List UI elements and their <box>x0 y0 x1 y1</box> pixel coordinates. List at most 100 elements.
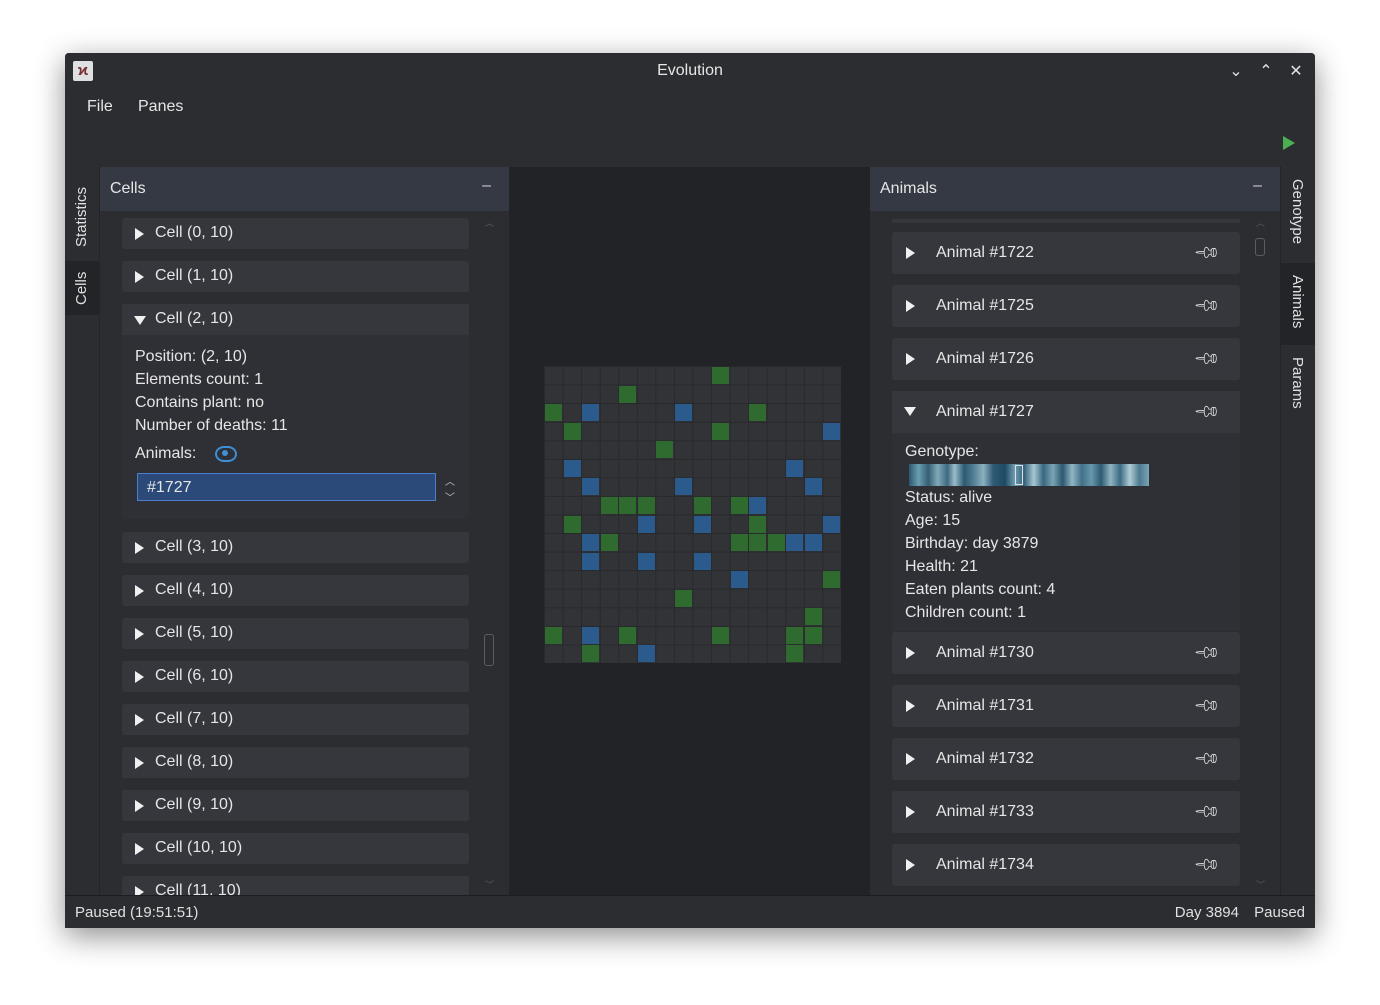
cell-item[interactable]: Cell (10, 10) <box>122 833 469 864</box>
pin-icon[interactable]: 📌︎ <box>1192 850 1222 879</box>
cell-item[interactable]: Cell (7, 10) <box>122 704 469 735</box>
plant-cell[interactable] <box>674 589 692 607</box>
animal-cell[interactable] <box>786 534 804 552</box>
animal-cell[interactable] <box>749 496 767 514</box>
plant-cell[interactable] <box>600 534 618 552</box>
plant-cell[interactable] <box>545 404 562 422</box>
animals-list[interactable]: Animal #1722 📌︎ Animal #1725 📌︎ Animal #… <box>870 212 1280 895</box>
animal-cell[interactable] <box>823 422 841 440</box>
plant-cell[interactable] <box>563 515 581 533</box>
animal-cell[interactable] <box>674 478 692 496</box>
animal-cell[interactable] <box>804 534 822 552</box>
animal-item[interactable]: Animal #1733 📌︎ <box>892 791 1240 833</box>
pin-icon[interactable]: 📌︎ <box>1192 238 1222 267</box>
tab-params[interactable]: Params <box>1281 345 1315 417</box>
cell-item[interactable]: Cell (0, 10) <box>122 218 469 249</box>
plant-cell[interactable] <box>600 496 618 514</box>
animal-cell[interactable] <box>582 534 600 552</box>
animal-cell[interactable] <box>693 552 711 570</box>
pin-icon[interactable]: 📌︎ <box>1192 744 1222 773</box>
plant-cell[interactable] <box>786 626 804 644</box>
plant-cell[interactable] <box>749 404 767 422</box>
animal-item[interactable]: Animal #1722 📌︎ <box>892 232 1240 274</box>
menu-file[interactable]: File <box>87 98 113 116</box>
animal-cell[interactable] <box>823 515 841 533</box>
pin-icon[interactable]: 📌︎ <box>1192 638 1222 667</box>
plant-cell[interactable] <box>786 645 804 663</box>
cell-item-expanded[interactable]: Cell (2, 10) Position: (2, 10) Elements … <box>122 304 469 519</box>
plant-cell[interactable] <box>767 534 785 552</box>
scroll-down-icon[interactable]: ﹀ <box>1256 878 1265 891</box>
animals-scrollbar[interactable]: ︿ ﹀ <box>1255 218 1265 890</box>
cell-item[interactable]: Cell (1, 10) <box>122 261 469 292</box>
plant-cell[interactable] <box>545 626 562 644</box>
cells-scroll-thumb[interactable] <box>484 634 494 666</box>
close-window-button[interactable]: ✕ <box>1285 61 1307 83</box>
pin-icon[interactable]: 📌︎ <box>1192 344 1222 373</box>
plant-cell[interactable] <box>619 626 637 644</box>
plant-cell[interactable] <box>712 367 730 384</box>
cell-item[interactable]: Cell (6, 10) <box>122 661 469 692</box>
tab-animals[interactable]: Animals <box>1281 263 1315 345</box>
spin-down-icon[interactable]: ﹀ <box>445 487 455 510</box>
genotype-bar[interactable] <box>909 463 1149 486</box>
menu-panes[interactable]: Panes <box>138 98 183 116</box>
plant-cell[interactable] <box>693 496 711 514</box>
play-icon[interactable] <box>1283 136 1295 150</box>
animal-item[interactable]: Animal #1731 📌︎ <box>892 685 1240 727</box>
cells-list[interactable]: Cell (0, 10) Cell (1, 10) Cell (2, 10) P… <box>100 212 509 895</box>
pin-icon[interactable]: 📌︎ <box>1192 691 1222 720</box>
maximize-window-button[interactable]: ⌃ <box>1255 61 1277 83</box>
animal-select-input[interactable]: #1727 <box>137 473 436 501</box>
animal-cell[interactable] <box>637 552 655 570</box>
plant-cell[interactable] <box>804 608 822 626</box>
animal-item[interactable]: Animal #1734 📌︎ <box>892 844 1240 886</box>
cell-item[interactable]: Cell (9, 10) <box>122 790 469 821</box>
animal-cell[interactable] <box>786 459 804 477</box>
plant-cell[interactable] <box>730 534 748 552</box>
scroll-up-icon[interactable]: ︿ <box>1256 216 1265 229</box>
animal-cell[interactable] <box>582 552 600 570</box>
pin-icon[interactable]: 📌︎ <box>1192 291 1222 320</box>
cell-item[interactable]: Cell (11, 10) <box>122 876 469 895</box>
plant-cell[interactable] <box>619 385 637 403</box>
cells-scrollbar[interactable]: ︿ ﹀ <box>484 218 494 890</box>
animals-panel-minimize-button[interactable]: – <box>1253 177 1262 195</box>
minimize-window-button[interactable]: ⌄ <box>1225 61 1247 83</box>
plant-cell[interactable] <box>656 441 674 459</box>
plant-cell[interactable] <box>563 422 581 440</box>
animal-item[interactable]: Animal #1732 📌︎ <box>892 738 1240 780</box>
animal-cell[interactable] <box>582 626 600 644</box>
animal-item[interactable]: Animal #1726 📌︎ <box>892 338 1240 380</box>
animal-cell[interactable] <box>804 478 822 496</box>
animal-cell[interactable] <box>674 404 692 422</box>
scroll-up-icon[interactable]: ︿ <box>485 216 494 229</box>
plant-cell[interactable] <box>749 534 767 552</box>
plant-cell[interactable] <box>582 645 600 663</box>
plant-cell[interactable] <box>619 496 637 514</box>
pin-icon[interactable]: 📌︎ <box>1192 397 1222 426</box>
tab-cells[interactable]: Cells <box>65 261 99 315</box>
tab-statistics[interactable]: Statistics <box>65 167 99 261</box>
animal-cell[interactable] <box>637 515 655 533</box>
animal-cell[interactable] <box>582 404 600 422</box>
plant-cell[interactable] <box>637 496 655 514</box>
world-grid[interactable] <box>544 366 841 663</box>
plant-cell[interactable] <box>804 626 822 644</box>
cells-panel-minimize-button[interactable]: – <box>482 177 491 195</box>
cell-item[interactable]: Cell (8, 10) <box>122 747 469 778</box>
animal-item[interactable]: Animal #1725 📌︎ <box>892 285 1240 327</box>
animal-cell[interactable] <box>582 478 600 496</box>
cell-item[interactable]: Cell (3, 10) <box>122 532 469 563</box>
plant-cell[interactable] <box>730 496 748 514</box>
animals-scroll-thumb[interactable] <box>1255 238 1265 256</box>
animal-cell[interactable] <box>637 645 655 663</box>
cell-item[interactable]: Cell (4, 10) <box>122 575 469 606</box>
animal-item[interactable]: Animal #1730 📌︎ <box>892 632 1240 674</box>
plant-cell[interactable] <box>749 515 767 533</box>
animal-cell[interactable] <box>563 459 581 477</box>
plant-cell[interactable] <box>712 422 730 440</box>
animal-cell[interactable] <box>730 571 748 589</box>
scroll-down-icon[interactable]: ﹀ <box>485 878 494 891</box>
plant-cell[interactable] <box>712 626 730 644</box>
